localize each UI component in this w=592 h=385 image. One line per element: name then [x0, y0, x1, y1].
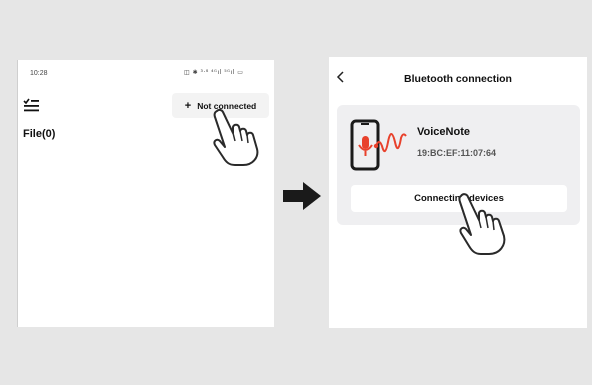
- tap-hand-icon: [213, 108, 259, 166]
- status-time: 10:28: [30, 70, 48, 77]
- device-mac-address: 19:BC:EF:11:07:64: [417, 148, 497, 158]
- right-arrow-icon: [283, 182, 321, 210]
- file-count-heading: File(0): [23, 128, 56, 140]
- tap-hand-icon: [458, 193, 506, 255]
- home-screen: 10:28 ◫ ✱ ³·⁸ ⁴ᴳıl ⁵ᴳıl ▭ + Not connecte…: [17, 60, 274, 327]
- plus-icon: +: [184, 99, 192, 112]
- phone-microphone-icon: [350, 119, 407, 171]
- device-name: VoiceNote: [417, 126, 470, 138]
- checklist-menu-icon[interactable]: [23, 98, 39, 112]
- status-icons: ◫ ✱ ³·⁸ ⁴ᴳıl ⁵ᴳıl ▭: [184, 69, 244, 76]
- page-title: Bluetooth connection: [404, 73, 512, 85]
